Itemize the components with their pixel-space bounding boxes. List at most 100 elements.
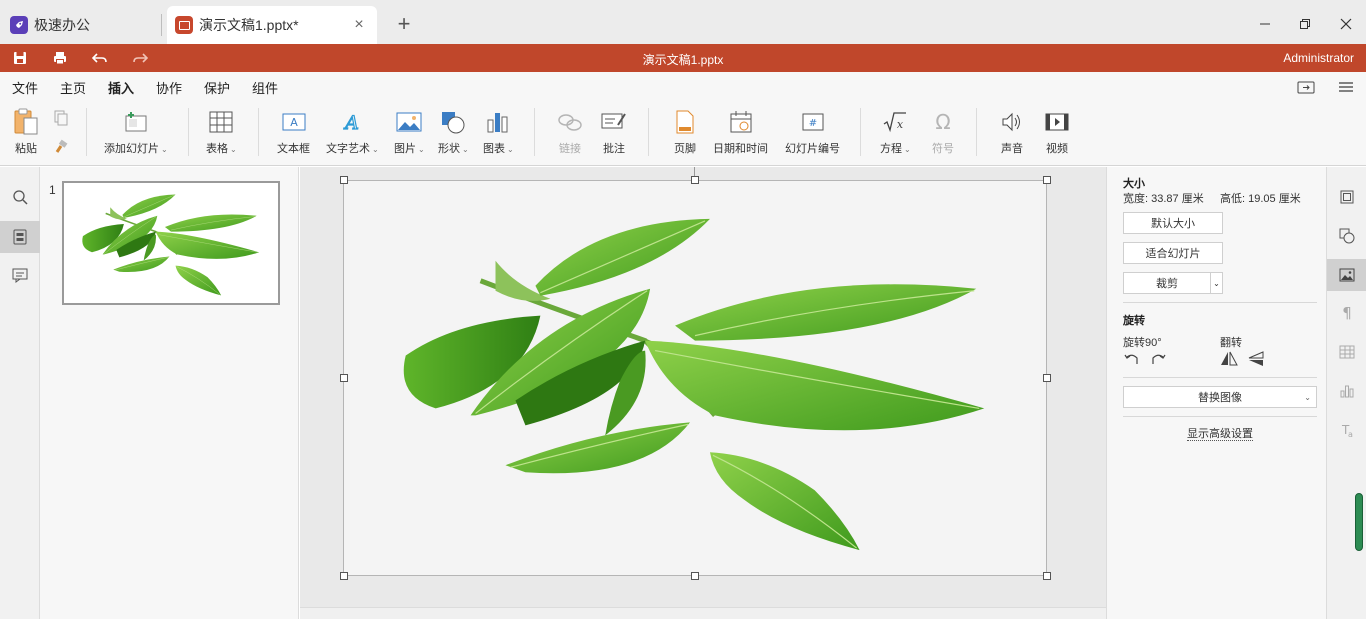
shape-label: 形状 xyxy=(438,143,460,155)
slides-panel-icon[interactable] xyxy=(0,221,40,253)
slide-number-button[interactable]: # 幻灯片编号 xyxy=(785,108,840,156)
comment-icon xyxy=(600,108,628,136)
paste-button[interactable]: 粘贴 xyxy=(12,108,40,156)
default-size-button[interactable]: 默认大小 xyxy=(1123,212,1223,234)
slide[interactable] xyxy=(343,180,1047,576)
shape-button[interactable]: 形状 ⌄ xyxy=(438,108,469,156)
height-value: 高低: 19.05 厘米 xyxy=(1220,193,1301,205)
ribbon-divider xyxy=(534,108,535,156)
film-icon xyxy=(1043,108,1071,136)
slide-thumbnail[interactable] xyxy=(62,181,280,305)
svg-text:Ω: Ω xyxy=(935,110,950,134)
ribbon-divider xyxy=(648,108,649,156)
replace-image-dropdown[interactable]: 替换图像 ⌄ xyxy=(1123,386,1317,408)
hamburger-menu-icon[interactable] xyxy=(1336,78,1356,96)
right-strip-scrollbar[interactable] xyxy=(1355,493,1363,551)
advanced-settings-label: 显示高级设置 xyxy=(1187,428,1253,441)
slide-settings-icon[interactable] xyxy=(1327,181,1366,213)
date-time-button[interactable]: 日期和时间 xyxy=(713,108,768,156)
close-window-icon[interactable] xyxy=(1334,12,1358,36)
horizontal-scrollbar[interactable] xyxy=(300,607,1106,619)
search-icon[interactable] xyxy=(0,181,40,213)
slide-editing-canvas[interactable] xyxy=(300,167,1106,607)
open-location-icon[interactable] xyxy=(1296,78,1316,96)
table-settings-icon[interactable] xyxy=(1327,336,1366,368)
menu-bar: 文件 主页 插入 协作 保护 组件 xyxy=(0,72,1366,103)
minimize-icon[interactable] xyxy=(1253,12,1277,36)
chart-icon xyxy=(484,108,512,136)
copy-button[interactable] xyxy=(53,110,69,126)
tea-leaves-thumbnail-image xyxy=(81,193,260,297)
tab-document[interactable]: 演示文稿1.pptx* × xyxy=(167,6,377,44)
tea-leaves-image[interactable] xyxy=(344,181,1046,575)
table-button[interactable]: 表格 ⌄ xyxy=(206,108,237,156)
chart-settings-icon[interactable] xyxy=(1327,375,1366,407)
comments-panel-icon[interactable] xyxy=(0,259,40,291)
video-button[interactable]: 视频 xyxy=(1043,108,1071,156)
menu-home[interactable]: 主页 xyxy=(60,78,86,97)
equation-button[interactable]: x 方程 ⌄ xyxy=(880,108,911,156)
size-section-title: 大小 xyxy=(1123,178,1145,190)
ribbon-divider xyxy=(860,108,861,156)
title-bar: 演示文稿1.pptx Administrator xyxy=(0,44,1366,72)
text-art-button[interactable]: A 文字艺术 ⌄ xyxy=(326,108,379,156)
flip-horizontal-icon[interactable] xyxy=(1220,350,1238,368)
menu-protect[interactable]: 保护 xyxy=(204,78,230,97)
image-settings-panel: 大小 宽度: 33.87 厘米 高低: 19.05 厘米 默认大小 适合幻灯片 … xyxy=(1106,167,1326,619)
crop-button[interactable]: 裁剪 xyxy=(1123,272,1211,294)
chevron-down-icon: ⌄ xyxy=(1304,392,1311,402)
chart-button[interactable]: 图表 ⌄ xyxy=(483,108,514,156)
footer-icon xyxy=(671,108,699,136)
fit-slide-button[interactable]: 适合幻灯片 xyxy=(1123,242,1223,264)
resize-handle-top[interactable] xyxy=(691,176,699,184)
advanced-settings-link[interactable]: 显示高级设置 xyxy=(1123,425,1317,441)
rotate-left-icon[interactable] xyxy=(1123,350,1141,368)
link-icon xyxy=(556,108,584,136)
footer-button[interactable]: 页脚 xyxy=(671,108,699,156)
add-slide-label: 添加幻灯片 xyxy=(104,143,159,155)
link-button[interactable]: 链接 xyxy=(556,108,584,156)
close-tab-icon[interactable]: × xyxy=(349,15,369,35)
image-settings-icon[interactable] xyxy=(1327,259,1366,291)
table-label: 表格 xyxy=(206,143,228,155)
text-art-settings-icon[interactable]: Ta xyxy=(1327,414,1366,446)
add-tab-button[interactable]: + xyxy=(392,11,416,36)
ribbon-toolbar: 粘贴 添加幻灯片 ⌄ 表格 ⌄ A 文本框 A 文字艺术 ⌄ 图片 ⌄ 形状 ⌄… xyxy=(0,100,1366,166)
symbol-button[interactable]: Ω 符号 xyxy=(929,108,957,156)
menu-file[interactable]: 文件 xyxy=(12,78,38,97)
resize-handle-bottom-right[interactable] xyxy=(1043,572,1051,580)
equation-label: 方程 xyxy=(880,143,902,155)
textbox-button[interactable]: A 文本框 xyxy=(277,108,310,156)
add-slide-button[interactable]: 添加幻灯片 ⌄ xyxy=(104,108,168,156)
tab-document-label: 演示文稿1.pptx* xyxy=(199,17,299,33)
resize-handle-top-left[interactable] xyxy=(340,176,348,184)
tab-app-home[interactable]: 极速办公 xyxy=(10,6,160,44)
paragraph-settings-icon[interactable]: ¶ xyxy=(1327,297,1366,329)
calendar-icon xyxy=(727,108,755,136)
image-label: 图片 xyxy=(394,143,416,155)
resize-handle-right[interactable] xyxy=(1043,374,1051,382)
menu-plugins[interactable]: 组件 xyxy=(252,78,278,97)
image-icon xyxy=(395,108,423,136)
resize-handle-bottom[interactable] xyxy=(691,572,699,580)
resize-handle-top-right[interactable] xyxy=(1043,176,1051,184)
rotate-right-icon[interactable] xyxy=(1149,350,1167,368)
user-name[interactable]: Administrator xyxy=(1283,51,1354,65)
menu-insert[interactable]: 插入 xyxy=(108,78,135,103)
format-painter-button[interactable] xyxy=(53,138,69,154)
audio-button[interactable]: 声音 xyxy=(998,108,1026,156)
shape-settings-icon[interactable] xyxy=(1327,220,1366,252)
brush-icon xyxy=(55,139,68,153)
image-button[interactable]: 图片 ⌄ xyxy=(394,108,425,156)
comment-label: 批注 xyxy=(603,143,625,155)
tab-app-label: 极速办公 xyxy=(34,17,90,33)
restore-icon[interactable] xyxy=(1293,12,1317,36)
resize-handle-left[interactable] xyxy=(340,374,348,382)
flip-vertical-icon[interactable] xyxy=(1247,350,1265,368)
clipboard-icon xyxy=(12,108,40,136)
resize-handle-bottom-left[interactable] xyxy=(340,572,348,580)
menu-collaborate[interactable]: 协作 xyxy=(156,78,182,97)
comment-button[interactable]: 批注 xyxy=(600,108,628,156)
crop-dropdown-icon[interactable]: ⌄ xyxy=(1210,272,1223,294)
textbox-label: 文本框 xyxy=(277,143,310,155)
